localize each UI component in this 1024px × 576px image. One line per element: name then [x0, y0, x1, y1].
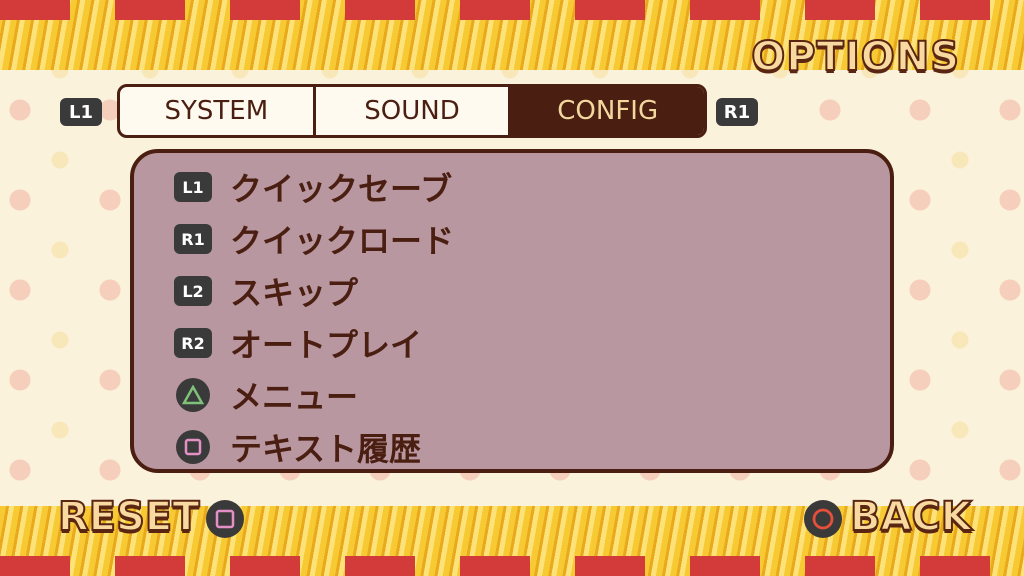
page-title: OPTIONS [750, 33, 960, 81]
config-item-label: メニュー [230, 378, 359, 416]
r1-button-icon: R1 [174, 224, 212, 254]
square-button-icon [176, 430, 210, 464]
config-item-skip: L2 スキップ [174, 265, 358, 317]
tab-system[interactable]: SYSTEM [120, 87, 316, 135]
triangle-button-icon [176, 378, 210, 412]
l1-tab-prev-icon[interactable]: L1 [60, 98, 102, 126]
r2-button-icon: R2 [174, 328, 212, 358]
square-button-icon[interactable] [206, 500, 244, 538]
config-item-label: クイックセーブ [230, 170, 453, 208]
config-item-quick-load: R1 クイックロード [174, 213, 454, 265]
config-item-menu: メニュー [174, 369, 358, 421]
config-item-label: テキスト履歴 [230, 430, 422, 468]
circle-button-icon[interactable] [804, 500, 842, 538]
tab-sound[interactable]: SOUND [316, 87, 512, 135]
config-item-auto-play: R2 オートプレイ [174, 317, 422, 369]
config-item-label: スキップ [230, 274, 359, 312]
l2-button-icon: L2 [174, 276, 212, 306]
config-panel: L1 クイックセーブ R1 クイックロード L2 スキップ R2 オートプレイ … [130, 149, 894, 473]
config-item-text-history: テキスト履歴 [174, 421, 421, 473]
tab-config[interactable]: CONFIG [511, 87, 704, 135]
reset-button[interactable]: RESET [57, 493, 201, 541]
config-item-label: オートプレイ [230, 326, 423, 364]
l1-button-icon: L1 [174, 172, 212, 202]
config-item-label: クイックロード [230, 222, 455, 260]
tab-bar: SYSTEM SOUND CONFIG [117, 84, 707, 138]
r1-tab-next-icon[interactable]: R1 [716, 98, 758, 126]
config-item-quick-save: L1 クイックセーブ [174, 161, 452, 213]
back-button[interactable]: BACK [849, 493, 973, 541]
